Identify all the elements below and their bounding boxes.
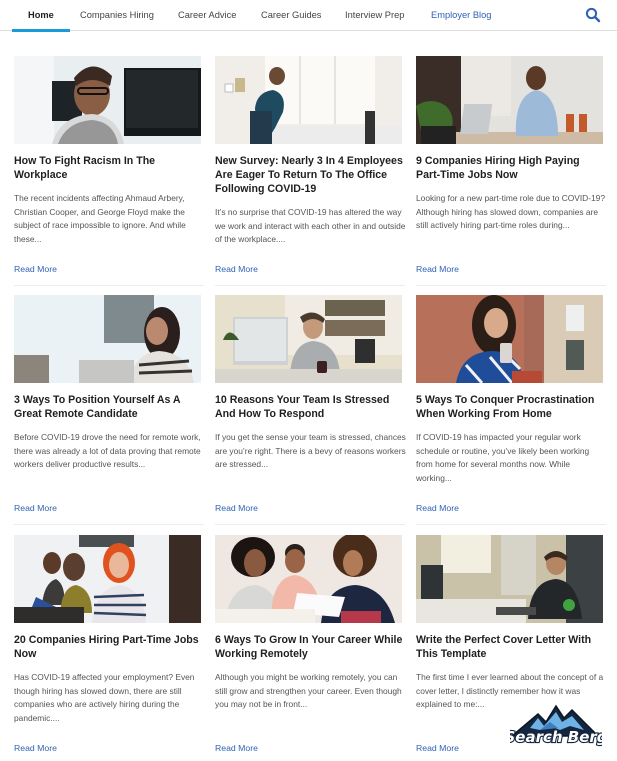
search-icon	[585, 7, 601, 23]
article-excerpt: Looking for a new part-time role due to …	[416, 193, 605, 230]
logo-text: Search Berg	[510, 728, 602, 746]
nav-employer-blog[interactable]: Employer Blog	[431, 0, 491, 31]
nav-interview-prep[interactable]: Interview Prep	[345, 0, 404, 31]
article-title[interactable]: 3 Ways To Position Yourself As A Great R…	[14, 393, 204, 421]
nav-companies-hiring[interactable]: Companies Hiring	[80, 0, 154, 31]
article-image[interactable]	[14, 535, 201, 623]
top-navigation: Home Companies Hiring Career Advice Care…	[0, 0, 617, 32]
divider	[14, 285, 204, 286]
article-excerpt: Before COVID-19 drove the need for remot…	[14, 432, 201, 469]
search-button[interactable]	[585, 7, 601, 23]
nav-career-advice[interactable]: Career Advice	[178, 0, 236, 31]
nav-career-guides[interactable]: Career Guides	[261, 0, 321, 31]
article-title[interactable]: 10 Reasons Your Team Is Stressed And How…	[215, 393, 405, 421]
read-more-link[interactable]: Read More	[215, 503, 258, 513]
read-more-link[interactable]: Read More	[215, 743, 258, 753]
divider	[14, 524, 204, 525]
article-image[interactable]	[14, 56, 201, 144]
article-image[interactable]	[215, 535, 402, 623]
article-excerpt: Has COVID-19 affected your employment? E…	[14, 672, 195, 723]
article-image[interactable]	[14, 295, 201, 383]
article-excerpt: If COVID-19 has impacted your regular wo…	[416, 432, 590, 483]
read-more-link[interactable]: Read More	[416, 743, 459, 753]
article-title[interactable]: How To Fight Racism In The Workplace	[14, 154, 204, 182]
read-more-link[interactable]: Read More	[14, 743, 57, 753]
article-image[interactable]	[416, 535, 603, 623]
mountain-logo-icon: Search Berg	[503, 704, 609, 747]
divider	[416, 285, 606, 286]
read-more-link[interactable]: Read More	[215, 264, 258, 274]
article-title[interactable]: Write the Perfect Cover Letter With This…	[416, 633, 606, 661]
search-berg-logo: Search Berg	[503, 704, 609, 748]
nav-home[interactable]: Home	[12, 0, 70, 32]
article-excerpt: If you get the sense your team is stress…	[215, 432, 406, 469]
article-title[interactable]: 20 Companies Hiring Part-Time Jobs Now	[14, 633, 204, 661]
read-more-link[interactable]: Read More	[416, 503, 459, 513]
article-title[interactable]: 5 Ways To Conquer Procrastination When W…	[416, 393, 606, 421]
divider	[215, 285, 405, 286]
article-title[interactable]: 9 Companies Hiring High Paying Part-Time…	[416, 154, 606, 182]
article-excerpt: It’s no surprise that COVID-19 has alter…	[215, 207, 406, 244]
article-image[interactable]	[215, 295, 402, 383]
article-excerpt: The recent incidents affecting Ahmaud Ar…	[14, 193, 186, 244]
divider	[215, 524, 405, 525]
article-image[interactable]	[416, 56, 603, 144]
article-title[interactable]: 6 Ways To Grow In Your Career While Work…	[215, 633, 405, 661]
divider	[416, 524, 606, 525]
article-image[interactable]	[416, 295, 603, 383]
article-excerpt: Although you might be working remotely, …	[215, 672, 402, 709]
read-more-link[interactable]: Read More	[416, 264, 459, 274]
article-title[interactable]: New Survey: Nearly 3 In 4 Employees Are …	[215, 154, 405, 196]
read-more-link[interactable]: Read More	[14, 264, 57, 274]
article-image[interactable]	[215, 56, 402, 144]
read-more-link[interactable]: Read More	[14, 503, 57, 513]
